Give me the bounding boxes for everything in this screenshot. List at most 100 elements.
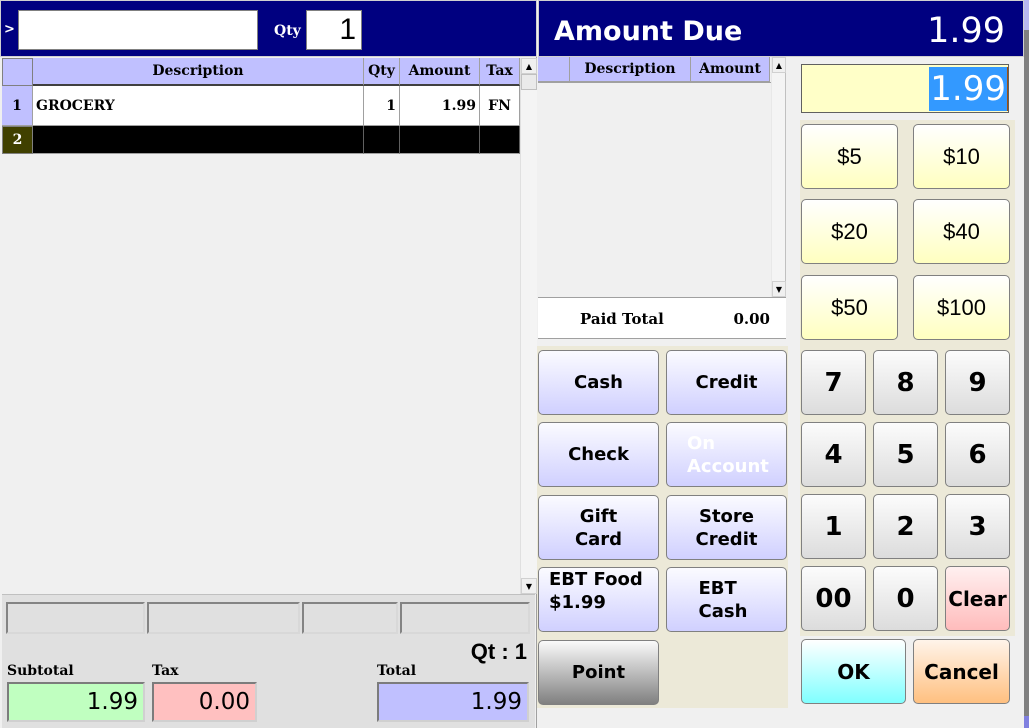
ebt-food-balance: $1.99: [549, 592, 606, 613]
check-button[interactable]: Check: [538, 422, 659, 487]
scroll-down-icon[interactable]: ▼: [521, 578, 537, 594]
column-header-description[interactable]: Description: [33, 58, 364, 86]
paid-total-row: Paid Total 0.00: [538, 297, 786, 339]
tax-label: Tax: [152, 663, 179, 679]
info-box-4: [400, 602, 530, 634]
item-description[interactable]: [33, 126, 364, 154]
amount-due-label: Amount Due: [554, 16, 743, 47]
quick-cash-50-button[interactable]: $50: [801, 275, 898, 340]
items-grid: Description Qty Amount Tax 1 GROCERY 1 1…: [2, 58, 520, 154]
quick-cash-100-button[interactable]: $100: [913, 275, 1010, 340]
item-qty[interactable]: 1: [364, 86, 400, 126]
key-8[interactable]: 8: [873, 350, 938, 415]
amount-due-bar: Amount Due 1.99: [538, 0, 1024, 57]
key-0[interactable]: 0: [873, 566, 938, 631]
column-header-qty[interactable]: Qty: [364, 58, 400, 86]
info-box-2: [147, 602, 300, 634]
cancel-button[interactable]: Cancel: [913, 639, 1010, 704]
cash-button-label: Cash: [574, 372, 623, 393]
column-header-amount[interactable]: Amount: [400, 58, 480, 86]
item-tax[interactable]: FN: [480, 86, 520, 126]
numeric-keypad: 7 8 9 4 5 6 1 2 3 00 0 Clear: [800, 346, 1015, 636]
payments-grid-header: Description Amount: [538, 57, 771, 83]
item-tax[interactable]: [480, 126, 520, 154]
item-qty[interactable]: [364, 126, 400, 154]
quick-cash-10-button[interactable]: $10: [913, 124, 1010, 189]
on-account-button[interactable]: On Account: [666, 422, 787, 487]
column-header-description[interactable]: Description: [570, 57, 691, 82]
column-header-tax[interactable]: Tax: [480, 58, 520, 86]
key-6[interactable]: 6: [945, 422, 1010, 487]
key-9[interactable]: 9: [945, 350, 1010, 415]
row-header-corner[interactable]: [538, 57, 570, 82]
quick-cash-5-button[interactable]: $5: [801, 124, 898, 189]
item-description[interactable]: GROCERY: [33, 86, 364, 126]
gift-card-button[interactable]: Gift Card: [538, 495, 659, 560]
info-box-1: [6, 602, 145, 634]
table-row-selected[interactable]: 2: [2, 126, 520, 154]
paid-total-label: Paid Total: [580, 310, 664, 328]
scroll-up-icon[interactable]: ▲: [521, 58, 537, 74]
item-amount[interactable]: [400, 126, 480, 154]
edge-tint-bottom: [1024, 716, 1029, 728]
item-amount[interactable]: 1.99: [400, 86, 480, 126]
ebt-cash-button-label: EBT Cash: [698, 577, 748, 622]
window-edge: [1024, 0, 1029, 728]
row-number[interactable]: 1: [2, 86, 33, 126]
total-value: 1.99: [377, 682, 529, 722]
point-button[interactable]: Point: [538, 640, 659, 705]
subtotal-label: Subtotal: [7, 663, 74, 679]
tender-amount-input[interactable]: 1.99: [801, 64, 1009, 113]
info-box-3: [302, 602, 398, 634]
total-label: Total: [377, 663, 417, 679]
tender-amount-selected-text: 1.99: [929, 67, 1008, 111]
check-button-label: Check: [568, 444, 629, 465]
qty-label: Qty: [274, 23, 301, 39]
row-header-corner[interactable]: [2, 58, 33, 86]
quantity-count: Qt : 1: [470, 639, 527, 664]
prompt-icon: >: [4, 22, 15, 37]
items-scrollbar[interactable]: ▲ ▼: [520, 58, 537, 594]
key-7[interactable]: 7: [801, 350, 866, 415]
point-button-label: Point: [571, 662, 626, 683]
scan-bar: > Qty: [0, 0, 537, 57]
payments-scrollbar[interactable]: ▲ ▼: [771, 57, 786, 297]
key-3[interactable]: 3: [945, 494, 1010, 559]
store-credit-button[interactable]: Store Credit: [666, 495, 787, 560]
key-1[interactable]: 1: [801, 494, 866, 559]
ebt-food-button[interactable]: EBT Food $1.99: [538, 567, 659, 632]
credit-button-label: Credit: [695, 372, 758, 393]
store-credit-button-label: Store Credit: [695, 505, 758, 550]
edge-tint-top: [1024, 0, 1029, 30]
payments-grid: Description Amount: [538, 57, 771, 297]
ebt-food-button-label: EBT Food: [549, 569, 643, 590]
row-number[interactable]: 2: [2, 126, 33, 154]
key-4[interactable]: 4: [801, 422, 866, 487]
item-scan-input[interactable]: [18, 10, 258, 50]
ok-button[interactable]: OK: [801, 639, 906, 704]
on-account-button-label: On Account: [687, 432, 769, 477]
gift-card-button-label: Gift Card: [574, 505, 623, 550]
qty-input[interactable]: [306, 10, 362, 50]
table-row[interactable]: 1 GROCERY 1 1.99 FN: [2, 86, 520, 126]
scroll-down-icon[interactable]: ▼: [772, 281, 786, 297]
totals-footer: Qt : 1 Subtotal 1.99 Tax 0.00 Total 1.99: [2, 594, 535, 728]
cash-button[interactable]: Cash: [538, 350, 659, 415]
quick-cash-40-button[interactable]: $40: [913, 199, 1010, 264]
sale-panel: > Qty Description Qty Amount Tax 1 GROCE…: [0, 0, 537, 728]
clear-button[interactable]: Clear: [945, 566, 1010, 631]
credit-button[interactable]: Credit: [666, 350, 787, 415]
key-5[interactable]: 5: [873, 422, 938, 487]
tax-value: 0.00: [152, 682, 257, 722]
quick-cash-buttons: $5 $10 $20 $40 $50 $100: [800, 120, 1015, 348]
paid-total-value: 0.00: [733, 310, 770, 328]
subtotal-value: 1.99: [7, 682, 145, 722]
scroll-up-icon[interactable]: ▲: [772, 57, 786, 73]
column-header-amount[interactable]: Amount: [691, 57, 770, 82]
items-grid-header: Description Qty Amount Tax: [2, 58, 520, 86]
key-00[interactable]: 00: [801, 566, 866, 631]
quick-cash-20-button[interactable]: $20: [801, 199, 898, 264]
key-2[interactable]: 2: [873, 494, 938, 559]
ebt-cash-button[interactable]: EBT Cash: [666, 567, 787, 632]
scrollbar-thumb[interactable]: [521, 74, 537, 90]
